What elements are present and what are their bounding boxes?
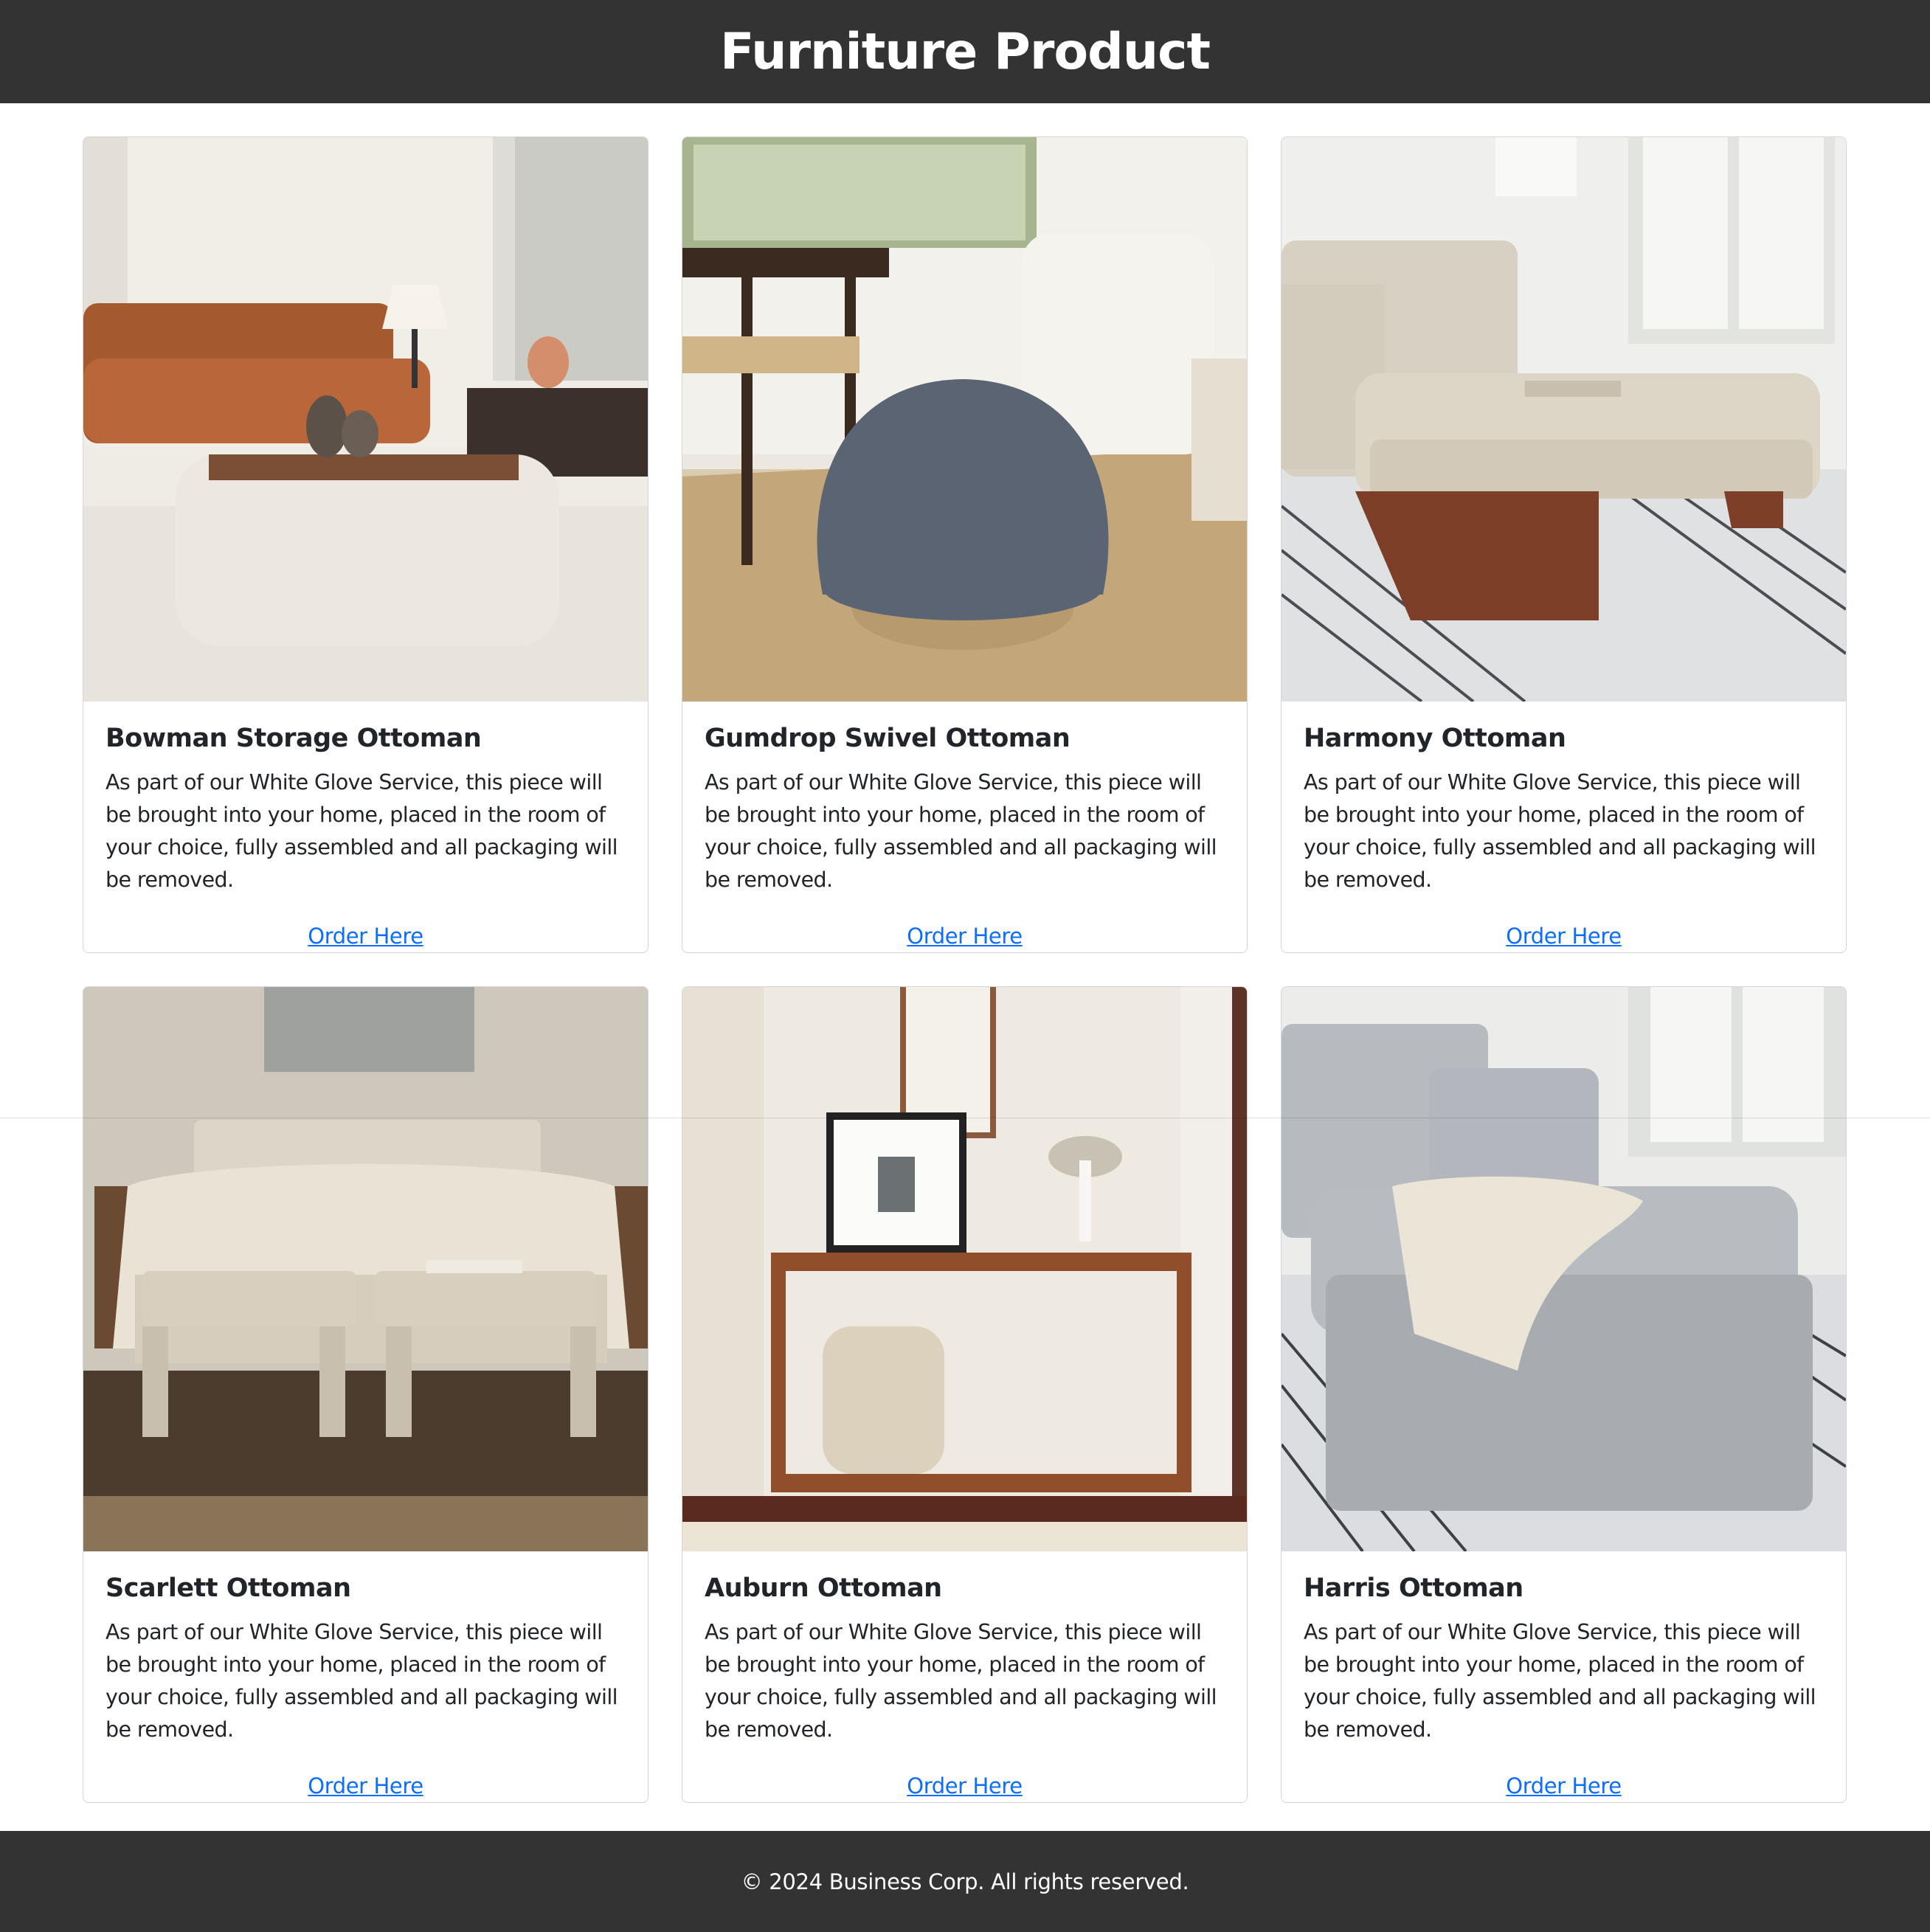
- product-description: As part of our White Glove Service, this…: [106, 1620, 618, 1742]
- order-here-link[interactable]: Order Here: [1282, 1773, 1846, 1798]
- product-description: As part of our White Glove Service, this…: [1304, 1620, 1816, 1742]
- product-card: Harris Ottoman As part of our White Glov…: [1281, 986, 1847, 1803]
- product-card: Gumdrop Swivel Ottoman As part of our Wh…: [682, 136, 1248, 953]
- page-title: Furniture Product: [720, 22, 1211, 81]
- product-image-auburn: [682, 987, 1247, 1551]
- product-title: Bowman Storage Ottoman: [106, 724, 482, 753]
- product-description: As part of our White Glove Service, this…: [705, 770, 1217, 892]
- site-footer: © 2024 Business Corp. All rights reserve…: [0, 1831, 1930, 1932]
- order-here-link[interactable]: Order Here: [83, 1773, 648, 1798]
- site-header: Furniture Product: [0, 0, 1930, 103]
- product-title: Auburn Ottoman: [705, 1573, 942, 1603]
- order-here-link[interactable]: Order Here: [83, 924, 648, 949]
- product-description: As part of our White Glove Service, this…: [106, 770, 618, 892]
- product-title: Harmony Ottoman: [1304, 724, 1566, 753]
- product-description: As part of our White Glove Service, this…: [1304, 770, 1816, 892]
- product-title: Gumdrop Swivel Ottoman: [705, 724, 1071, 753]
- product-image-scarlett: [83, 987, 648, 1551]
- product-grid: Bowman Storage Ottoman As part of our Wh…: [83, 136, 1847, 1803]
- product-image-gumdrop: [682, 137, 1247, 702]
- copyright-text: © 2024 Business Corp. All rights reserve…: [741, 1869, 1189, 1894]
- product-card: Auburn Ottoman As part of our White Glov…: [682, 986, 1248, 1803]
- product-title: Scarlett Ottoman: [106, 1573, 351, 1603]
- product-description: As part of our White Glove Service, this…: [705, 1620, 1217, 1742]
- product-image-harris: [1282, 987, 1846, 1551]
- product-card: Bowman Storage Ottoman As part of our Wh…: [83, 136, 648, 953]
- order-here-link[interactable]: Order Here: [682, 1773, 1247, 1798]
- product-card: Scarlett Ottoman As part of our White Gl…: [83, 986, 648, 1803]
- product-card: Harmony Ottoman As part of our White Glo…: [1281, 136, 1847, 953]
- product-image-harmony: [1282, 137, 1846, 702]
- product-title: Harris Ottoman: [1304, 1573, 1523, 1603]
- product-image-bowman: [83, 137, 648, 702]
- order-here-link[interactable]: Order Here: [1282, 924, 1846, 949]
- order-here-link[interactable]: Order Here: [682, 924, 1247, 949]
